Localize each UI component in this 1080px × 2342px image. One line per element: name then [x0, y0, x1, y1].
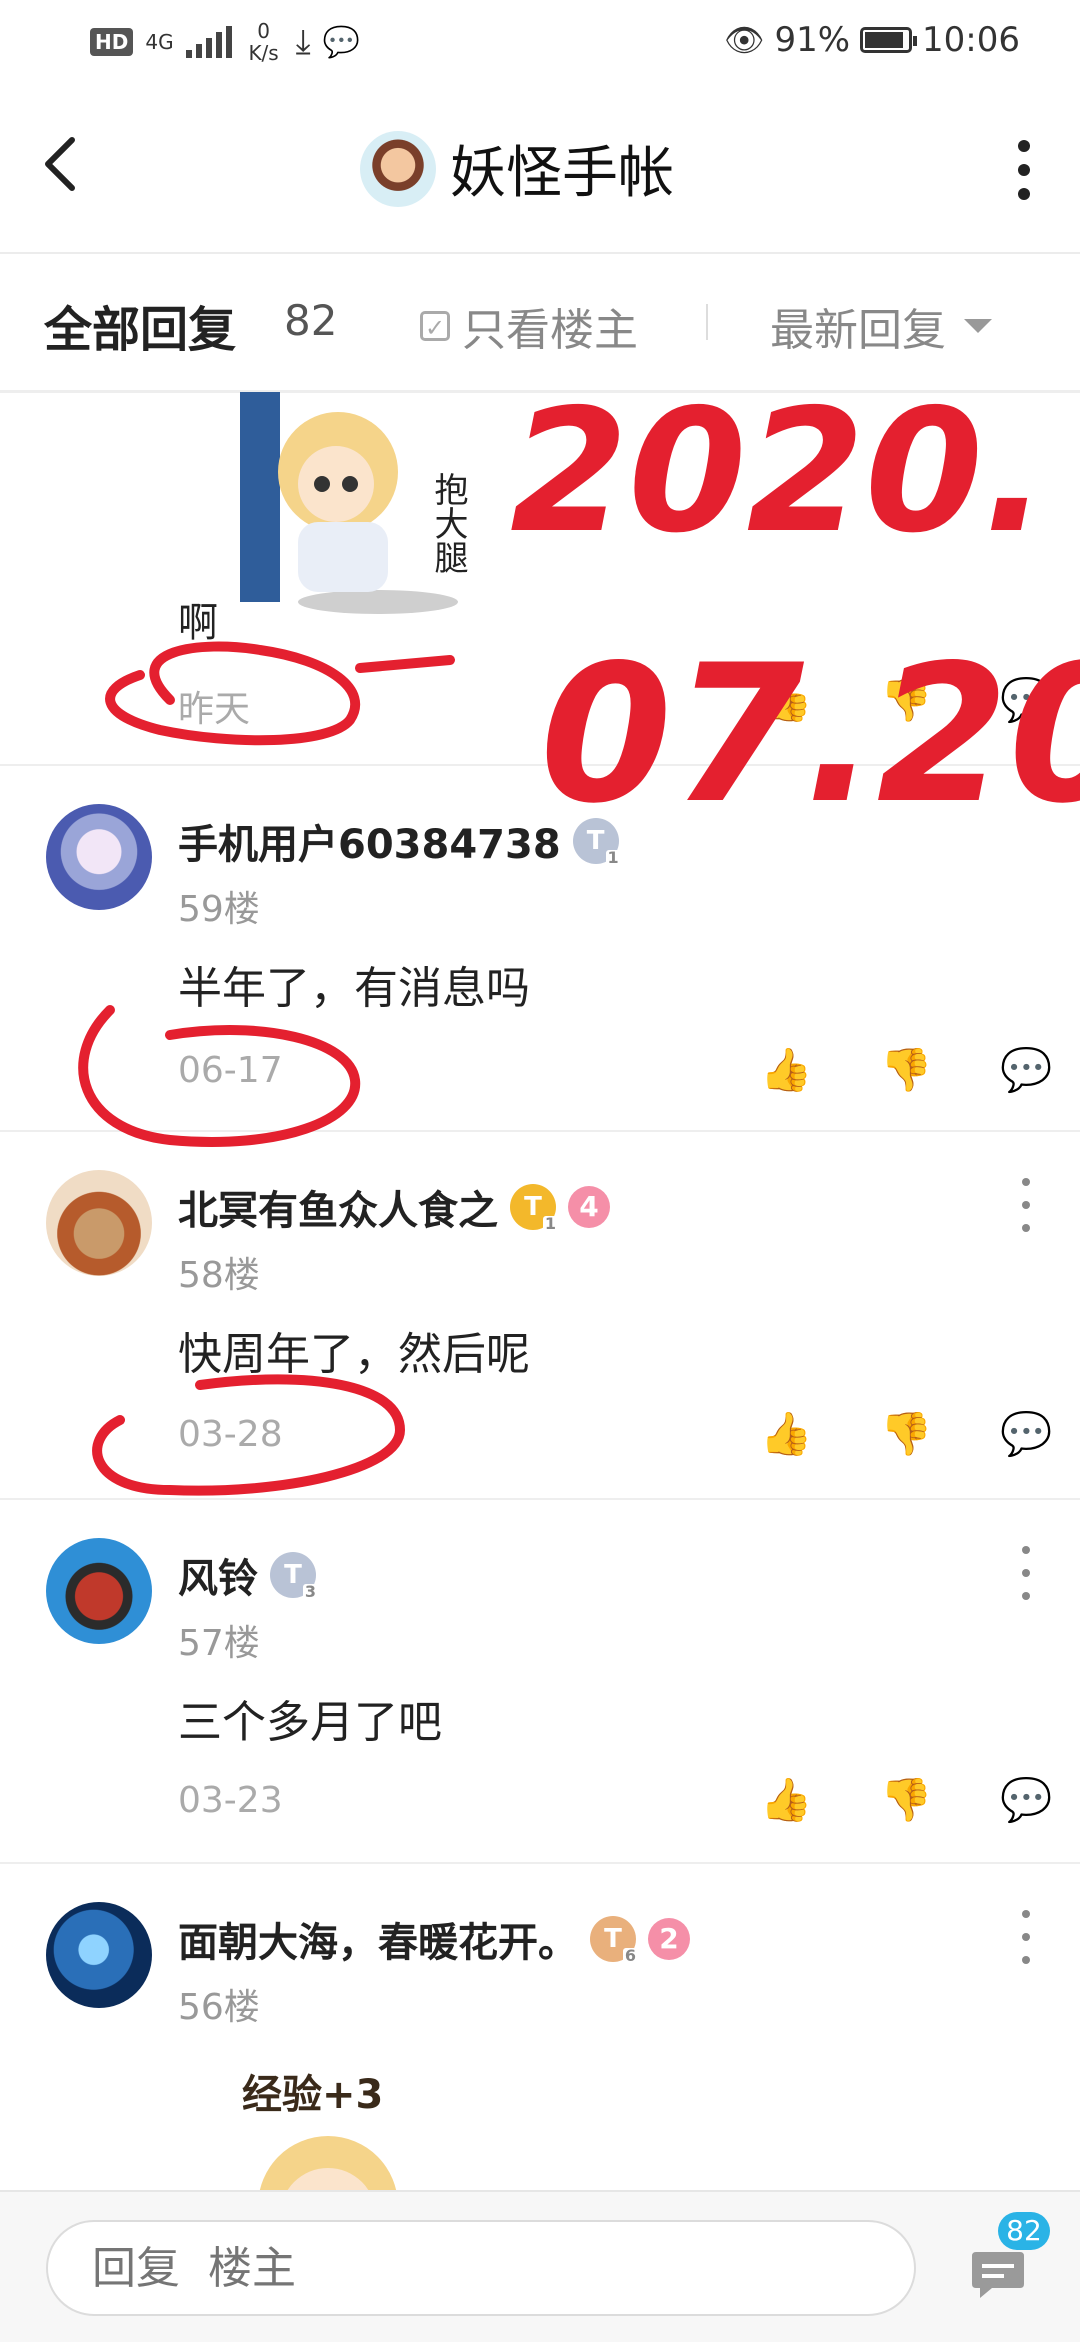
nav-bar: 妖怪手帐 [0, 86, 1080, 254]
battery-percent: 91% [774, 20, 851, 60]
all-replies-tab[interactable]: 全部回复 [44, 290, 236, 360]
reply-item: 风铃 T3 57楼 三个多月了吧 03-23 👍 👎 💬 [0, 1500, 1080, 1864]
like-icon[interactable]: 👍 [760, 1776, 812, 1824]
dislike-icon[interactable]: 👎 [880, 676, 932, 724]
comments-icon[interactable] [968, 2244, 1028, 2304]
like-icon[interactable]: 👍 [760, 676, 812, 724]
level-badge: 4 [568, 1186, 610, 1228]
status-bar: HD 4G 0 K/s ⤓ 💬 👁 91% 10:06 [0, 0, 1080, 86]
floor-number: 58楼 [178, 1255, 260, 1296]
floor-number: 56楼 [178, 1987, 260, 2028]
reply-date: 06-17 [178, 1050, 283, 1091]
reply-content: 三个多月了吧 [178, 1697, 442, 1748]
reply-date: 03-28 [178, 1414, 283, 1455]
comment-icon[interactable]: 💬 [1000, 1776, 1052, 1824]
more-options-icon[interactable] [1012, 140, 1036, 200]
status-right: 👁 91% 10:06 [724, 20, 1020, 60]
username[interactable]: 手机用户60384738 T1 [178, 812, 621, 870]
forum-title-group[interactable]: 妖怪手帐 [360, 128, 674, 209]
level-badge: 2 [648, 1918, 690, 1960]
user-badge: T6 [590, 1916, 638, 1964]
username-text: 风铃 [178, 1556, 258, 1602]
forum-avatar [360, 130, 436, 207]
username-text: 手机用户60384738 [178, 822, 561, 868]
avatar[interactable] [46, 1902, 152, 2008]
speed-value: 0 [257, 19, 270, 43]
comment-count-badge: 82 [998, 2212, 1050, 2250]
reply-date: 昨天 [178, 689, 251, 730]
reply-actions: 👍 👎 💬 [760, 1410, 1052, 1458]
reply-actions: 👍 👎 💬 [760, 1046, 1052, 1094]
more-options-icon[interactable] [1018, 1546, 1034, 1600]
comment-icon[interactable]: 💬 [1000, 1046, 1052, 1094]
sticker-image: 经验+3 [238, 2056, 458, 2190]
like-icon[interactable]: 👍 [760, 1046, 812, 1094]
hd-indicator: HD [90, 28, 134, 56]
comment-icon[interactable]: 💬 [1000, 676, 1052, 724]
reply-count: 82 [284, 296, 338, 345]
comment-icon[interactable]: 💬 [1000, 1410, 1052, 1458]
chevron-down-icon [964, 319, 992, 333]
filter-bar: 全部回复 82 ✓ 只看楼主 最新回复 [0, 254, 1080, 393]
battery-icon [860, 27, 918, 53]
battery-fill [865, 32, 904, 48]
reply-actions: 👍 👎 💬 [760, 1776, 1052, 1824]
checkbox-icon: ✓ [420, 311, 450, 342]
reply-content: 半年了，有消息吗 [178, 963, 530, 1014]
sort-dropdown[interactable]: 最新回复 [770, 294, 992, 358]
sticker-caption: 抱大腿 [428, 472, 468, 574]
only-host-label: 只看楼主 [462, 305, 638, 356]
reply-date: 03-23 [178, 1780, 283, 1821]
avatar[interactable] [46, 804, 152, 910]
page-title: 妖怪手帐 [450, 141, 674, 206]
sort-label: 最新回复 [770, 305, 946, 356]
speed-unit: K/s [248, 41, 279, 65]
user-badge: T1 [510, 1184, 558, 1232]
reply-item: 手机用户60384738 T1 59楼 半年了，有消息吗 06-17 👍 👎 💬 [0, 766, 1080, 1132]
user-badge: T1 [572, 818, 621, 866]
only-host-toggle[interactable]: ✓ 只看楼主 [420, 294, 638, 358]
sticker-caption: 经验+3 [242, 2072, 383, 2118]
reply-content: 啊 [178, 600, 218, 646]
reply-item: 面朝大海，春暖花开。 T6 2 56楼 经验+3 [0, 1864, 1080, 2190]
dislike-icon[interactable]: 👎 [880, 1046, 932, 1094]
dislike-icon[interactable]: 👎 [880, 1410, 932, 1458]
download-icon: ⤓ [295, 22, 311, 62]
reply-item: 北冥有鱼众人食之 T1 4 58楼 快周年了，然后呢 03-28 👍 👎 💬 [0, 1132, 1080, 1500]
avatar[interactable] [46, 1170, 152, 1276]
network-speed: 0 K/s [244, 20, 284, 64]
back-arrow-icon [45, 137, 75, 191]
signal-icon [185, 26, 232, 58]
username[interactable]: 面朝大海，春暖花开。 T6 2 [178, 1910, 690, 1968]
status-left: HD 4G 0 K/s ⤓ 💬 [90, 20, 360, 64]
dislike-icon[interactable]: 👎 [880, 1776, 932, 1824]
bottom-bar: 82 [0, 2190, 1080, 2342]
user-badge: T3 [270, 1552, 318, 1600]
divider [706, 304, 708, 340]
avatar[interactable] [46, 1538, 152, 1644]
username[interactable]: 北冥有鱼众人食之 T1 4 [178, 1178, 610, 1236]
username-text: 面朝大海，春暖花开。 [178, 1920, 578, 1966]
like-icon[interactable]: 👍 [760, 1410, 812, 1458]
clock: 10:06 [922, 20, 1020, 60]
more-options-icon[interactable] [1018, 1178, 1034, 1232]
message-icon: 💬 [322, 24, 360, 60]
username[interactable]: 风铃 T3 [178, 1546, 318, 1604]
more-options-icon[interactable] [1018, 1910, 1034, 1964]
back-button[interactable] [40, 134, 100, 204]
reply-content: 快周年了，然后呢 [178, 1329, 530, 1380]
floor-number: 57楼 [178, 1623, 260, 1664]
username-text: 北冥有鱼众人食之 [178, 1188, 498, 1234]
network-type: 4G [145, 30, 174, 54]
eye-icon: 👁 [723, 21, 765, 59]
reply-actions: 👍 👎 💬 [760, 676, 1052, 724]
sticker-image: 抱大腿 [238, 392, 498, 632]
reply-input[interactable] [46, 2220, 916, 2316]
floor-number: 59楼 [178, 889, 260, 930]
